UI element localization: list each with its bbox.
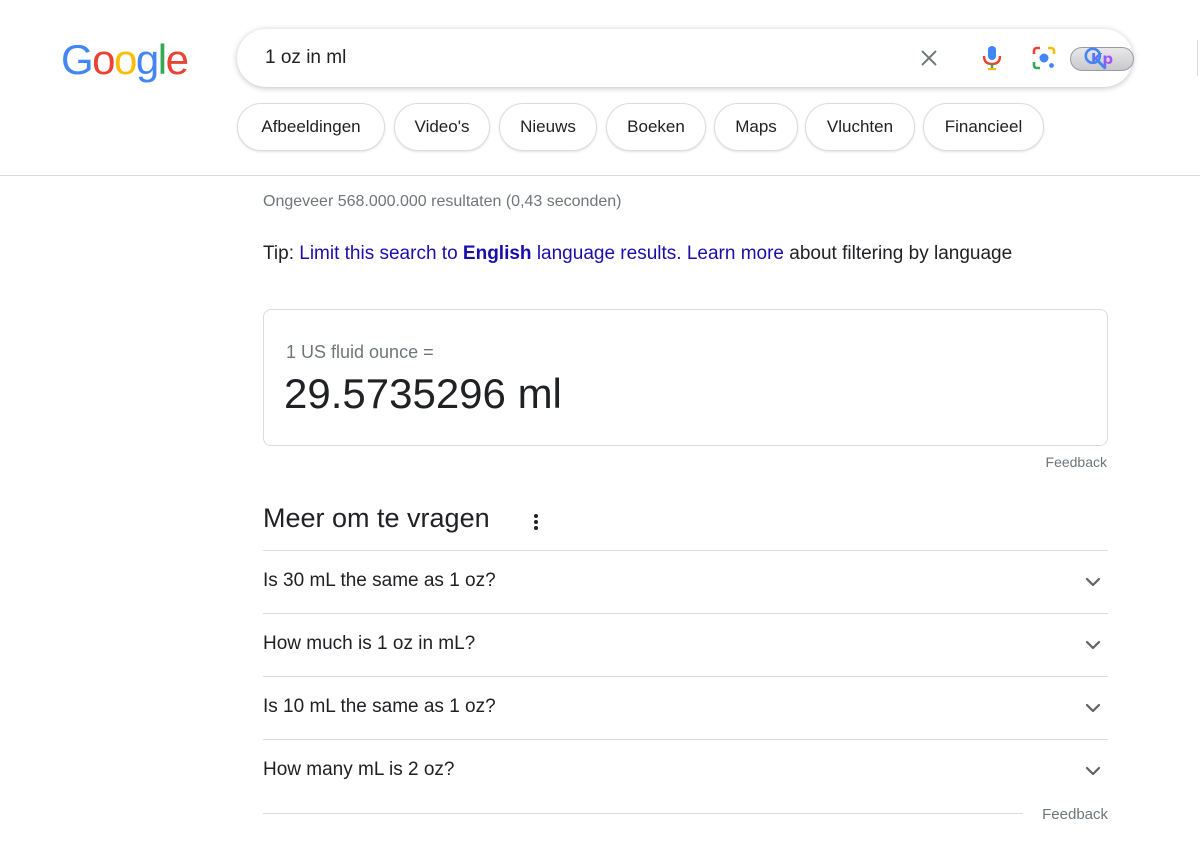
voice-search-button[interactable] (976, 42, 1008, 74)
search-bar: 1 oz in ml Kp (237, 29, 1198, 87)
chip-afbeeldingen[interactable]: Afbeeldingen (237, 103, 385, 151)
mic-icon (982, 46, 1002, 71)
result-stats: Ongeveer 568.000.000 resultaten (0,43 se… (263, 193, 622, 210)
paa-question[interactable]: Is 10 mL the same as 1 oz? (263, 676, 1108, 739)
tip-link-part2: language results. (531, 243, 682, 264)
people-also-ask-list: Is 30 mL the same as 1 oz? How much is 1… (263, 550, 1108, 802)
search-input[interactable]: 1 oz in ml (265, 43, 346, 73)
unit-converter-card: 1 US fluid ounce = 29.5735296 ml (263, 309, 1108, 446)
logo-letter: e (165, 36, 189, 83)
logo-letter: o (114, 36, 137, 83)
chip-boeken[interactable]: Boeken (606, 103, 706, 151)
lens-icon (1032, 46, 1056, 70)
chip-videos[interactable]: Video's (394, 103, 490, 151)
search-button[interactable] (1079, 42, 1111, 74)
paa-feedback-link[interactable]: Feedback (1042, 806, 1108, 823)
chevron-down-icon (1085, 703, 1101, 713)
tip-suffix: about filtering by language (784, 243, 1013, 264)
chevron-down-icon (1085, 577, 1101, 587)
paa-question-text: How many mL is 2 oz? (263, 759, 455, 780)
image-search-button[interactable] (1028, 42, 1060, 74)
feedback-link[interactable]: Feedback (1046, 454, 1107, 470)
tip-link-bold: English (462, 243, 532, 264)
logo-letter: G (61, 36, 94, 83)
more-vert-icon (534, 514, 538, 530)
clear-button[interactable] (913, 42, 945, 74)
paa-question[interactable]: How many mL is 2 oz? (263, 739, 1108, 802)
tip-prefix: Tip: (263, 243, 300, 264)
paa-question-text: Is 10 mL the same as 1 oz? (263, 696, 496, 717)
learn-more-link[interactable]: Learn more (687, 243, 784, 264)
logo-letter: l (157, 36, 167, 83)
tip-link-part1: Limit this search to (299, 243, 463, 264)
google-logo[interactable]: Google (61, 35, 189, 85)
paa-question-text: How much is 1 oz in mL? (263, 633, 476, 654)
header-divider (0, 175, 1200, 176)
search-divider (1197, 40, 1198, 76)
chip-vluchten[interactable]: Vluchten (805, 103, 915, 151)
logo-letter: o (92, 36, 115, 83)
chevron-down-icon (1085, 766, 1101, 776)
search-icon (1084, 47, 1107, 70)
search-results-page: Google 1 oz in ml Kp Afbeeldingen Video'… (0, 0, 1200, 862)
paa-question[interactable]: How much is 1 oz in mL? (263, 613, 1108, 676)
chip-maps[interactable]: Maps (714, 103, 798, 151)
language-tip: Tip: Limit this search to English langua… (263, 243, 1012, 265)
chevron-down-icon (1085, 640, 1101, 650)
paa-divider (263, 813, 1023, 814)
paa-question-text: Is 30 mL the same as 1 oz? (263, 570, 496, 591)
paa-question[interactable]: Is 30 mL the same as 1 oz? (263, 550, 1108, 613)
logo-letter: g (135, 36, 159, 83)
conversion-source: 1 US fluid ounce = (286, 342, 434, 362)
limit-language-link[interactable]: Limit this search to English language re… (299, 243, 681, 264)
chip-nieuws[interactable]: Nieuws (499, 103, 597, 151)
people-also-ask-title: Meer om te vragen (263, 503, 490, 533)
chip-financieel[interactable]: Financieel (923, 103, 1044, 151)
more-options-button[interactable] (530, 512, 542, 532)
conversion-result: 29.5735296 ml (284, 370, 562, 417)
close-icon (921, 50, 937, 66)
